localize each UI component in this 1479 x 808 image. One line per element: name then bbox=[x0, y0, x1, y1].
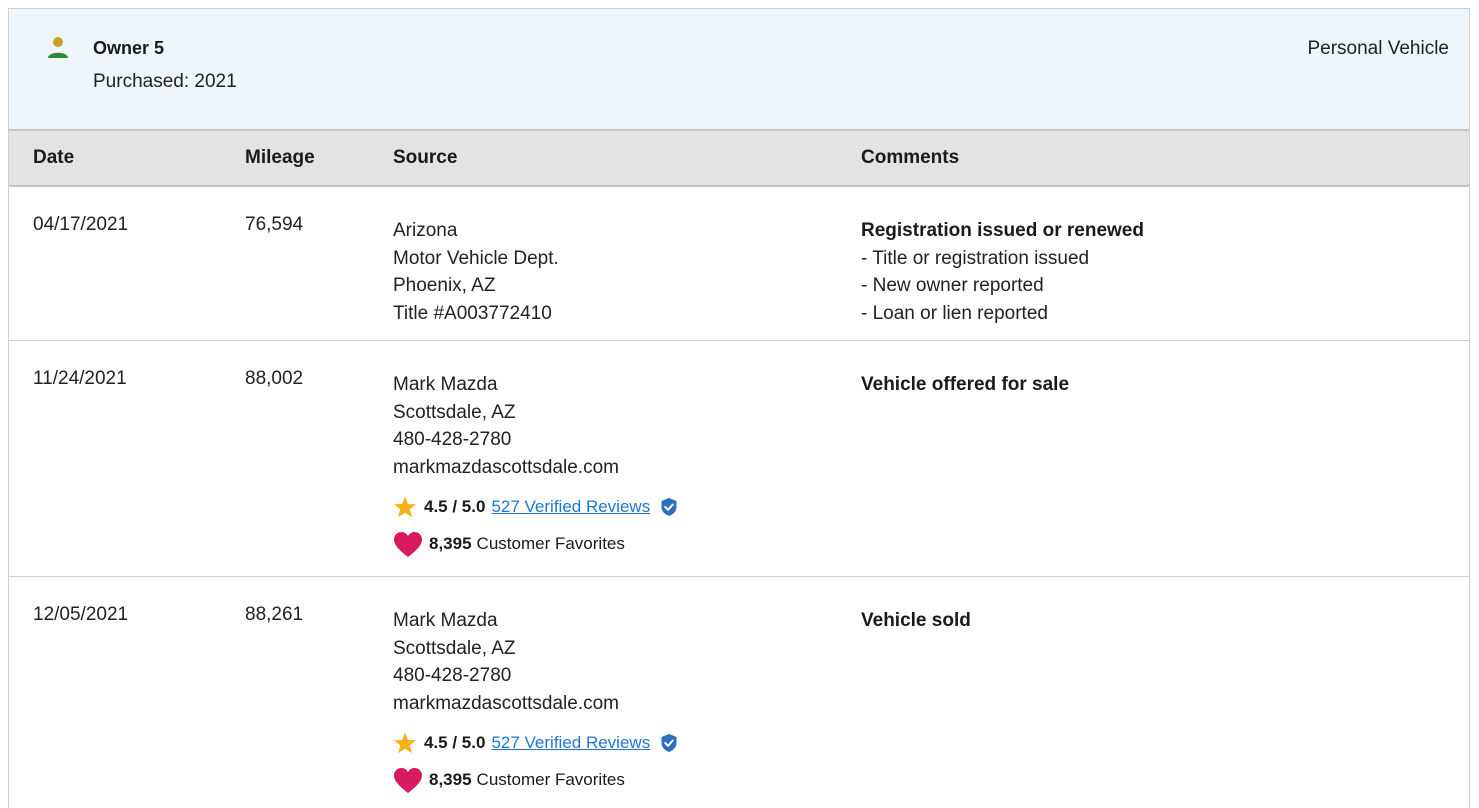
customer-favorites: 8,395 Customer Favorites bbox=[393, 766, 625, 794]
star-icon bbox=[394, 496, 416, 518]
source-line: markmazdascottsdale.com bbox=[393, 456, 619, 478]
header-date: Date bbox=[33, 147, 75, 168]
source-line: Title #A003772410 bbox=[393, 302, 552, 324]
row-comments: Registration issued or renewed - Title o… bbox=[861, 217, 1144, 327]
row-source: Mark Mazda Scottsdale, AZ 480-428-2780 m… bbox=[393, 607, 619, 717]
header-source: Source bbox=[393, 147, 458, 168]
dealer-rating: 4.5 / 5.0 527 Verified Reviews bbox=[393, 730, 678, 756]
row-mileage: 76,594 bbox=[245, 214, 304, 235]
comment-title: Vehicle offered for sale bbox=[861, 374, 1070, 395]
source-line: Scottsdale, AZ bbox=[393, 637, 516, 659]
table-row: 11/24/2021 88,002 Mark Mazda Scottsdale,… bbox=[9, 341, 1469, 577]
row-mileage: 88,002 bbox=[245, 368, 304, 389]
row-comments: Vehicle sold bbox=[861, 607, 971, 635]
row-mileage: 88,261 bbox=[245, 604, 304, 625]
source-line: Motor Vehicle Dept. bbox=[393, 247, 559, 269]
owner-name: Owner 5 bbox=[93, 38, 165, 58]
comment-title: Vehicle sold bbox=[861, 610, 971, 631]
source-line: Scottsdale, AZ bbox=[393, 401, 516, 423]
table-row: 04/17/2021 76,594 Arizona Motor Vehicle … bbox=[9, 187, 1469, 341]
rating-score: 4.5 / 5.0 bbox=[424, 497, 486, 516]
source-line: Mark Mazda bbox=[393, 610, 498, 631]
verified-reviews-link[interactable]: 527 Verified Reviews bbox=[491, 733, 650, 753]
owner-header: Owner 5 Purchased: 2021 Personal Vehicle bbox=[9, 9, 1469, 129]
comment-item: - Loan or lien reported bbox=[861, 302, 1048, 324]
verified-shield-icon bbox=[661, 498, 677, 516]
source-line: markmazdascottsdale.com bbox=[393, 692, 619, 714]
owner-history-card: Owner 5 Purchased: 2021 Personal Vehicle… bbox=[8, 8, 1470, 808]
verified-reviews-link[interactable]: 527 Verified Reviews bbox=[491, 497, 650, 517]
source-line: 480-428-2780 bbox=[393, 429, 512, 450]
table-header-row: Date Mileage Source Comments bbox=[9, 129, 1469, 187]
row-date: 12/05/2021 bbox=[33, 604, 129, 625]
star-icon bbox=[394, 732, 416, 754]
source-line: Mark Mazda bbox=[393, 374, 498, 395]
favorites-count: 8,395 bbox=[429, 770, 472, 789]
header-comments: Comments bbox=[861, 147, 960, 168]
favorites-label: Customer Favorites bbox=[476, 534, 625, 553]
source-line: Phoenix, AZ bbox=[393, 275, 496, 296]
owner-purchased: Purchased: 2021 bbox=[93, 71, 237, 92]
source-line: Arizona bbox=[393, 220, 458, 241]
source-line: 480-428-2780 bbox=[393, 665, 512, 686]
heart-icon bbox=[394, 531, 422, 557]
header-mileage: Mileage bbox=[245, 147, 315, 168]
rating-score: 4.5 / 5.0 bbox=[424, 733, 486, 752]
person-icon bbox=[48, 37, 68, 58]
comment-item: - Title or registration issued bbox=[861, 247, 1090, 269]
row-date: 11/24/2021 bbox=[33, 368, 127, 389]
dealer-rating: 4.5 / 5.0 527 Verified Reviews bbox=[393, 494, 678, 520]
heart-icon bbox=[394, 767, 422, 793]
table-row: 12/05/2021 88,261 Mark Mazda Scottsdale,… bbox=[9, 577, 1469, 808]
comment-item: - New owner reported bbox=[861, 275, 1044, 296]
comment-title: Registration issued or renewed bbox=[861, 220, 1144, 241]
owner-type: Personal Vehicle bbox=[1307, 38, 1449, 59]
favorites-label: Customer Favorites bbox=[476, 770, 625, 789]
row-date: 04/17/2021 bbox=[33, 214, 129, 235]
verified-shield-icon bbox=[661, 734, 677, 752]
favorites-count: 8,395 bbox=[429, 534, 472, 553]
row-comments: Vehicle offered for sale bbox=[861, 371, 1069, 399]
row-source: Arizona Motor Vehicle Dept. Phoenix, AZ … bbox=[393, 217, 559, 327]
row-source: Mark Mazda Scottsdale, AZ 480-428-2780 m… bbox=[393, 371, 619, 481]
customer-favorites: 8,395 Customer Favorites bbox=[393, 530, 625, 558]
